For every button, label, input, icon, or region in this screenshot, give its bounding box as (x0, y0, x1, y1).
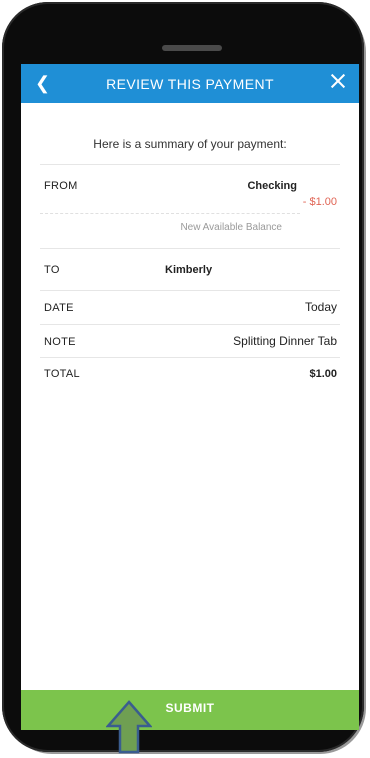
to-recipient: Kimberly (165, 264, 213, 276)
arrow-up-icon (106, 700, 152, 754)
from-amount: - $1.00 (302, 196, 337, 208)
date-label: DATE (44, 302, 74, 314)
summary-text: Here is a summary of your payment: (93, 137, 287, 151)
app-header: ❮ REVIEW THIS PAYMENT (21, 64, 359, 103)
phone-frame: ❮ REVIEW THIS PAYMENT Here is a summary … (2, 2, 364, 752)
divider (40, 164, 340, 165)
new-balance-label: New Available Balance (180, 222, 282, 233)
total-value: $1.00 (309, 368, 337, 380)
date-value: Today (304, 300, 337, 314)
close-icon[interactable] (329, 72, 347, 90)
divider (40, 290, 340, 291)
page-title: REVIEW THIS PAYMENT (106, 76, 274, 92)
from-label: FROM (44, 180, 78, 192)
note-label: NOTE (44, 336, 76, 348)
submit-button[interactable]: SUBMIT (21, 690, 359, 730)
dashed-divider (40, 213, 300, 214)
divider (40, 248, 340, 249)
note-value: Splitting Dinner Tab (233, 334, 337, 348)
from-account: Checking (247, 180, 297, 192)
divider (40, 357, 340, 358)
total-label: TOTAL (44, 368, 80, 380)
app-screen: ❮ REVIEW THIS PAYMENT Here is a summary … (21, 64, 359, 730)
to-label: TO (44, 264, 60, 276)
divider (40, 324, 340, 325)
speaker-slot (162, 45, 222, 51)
